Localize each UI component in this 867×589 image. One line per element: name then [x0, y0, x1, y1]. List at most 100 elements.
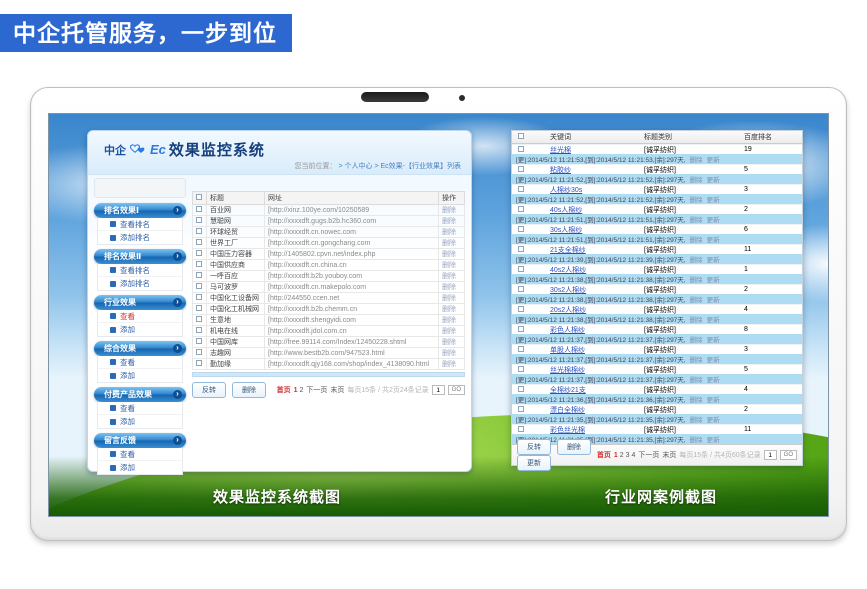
row-checkbox[interactable]: [518, 386, 524, 392]
delete-link[interactable]: 删除: [439, 304, 465, 315]
page-input[interactable]: [432, 385, 445, 395]
row-checkbox[interactable]: [196, 316, 202, 322]
sidebar-section-button[interactable]: 排名效果Ⅱ›: [94, 249, 186, 264]
row-checkbox[interactable]: [196, 228, 202, 234]
row-checkbox[interactable]: [518, 206, 524, 212]
keyword-link[interactable]: 20s2人棉纱: [550, 307, 586, 314]
delete-link[interactable]: 删除: [439, 260, 465, 271]
sidebar-item[interactable]: 添加排名: [98, 277, 182, 290]
page-number-link[interactable]: 1: [294, 387, 298, 394]
row-checkbox[interactable]: [196, 261, 202, 267]
row-checkbox[interactable]: [518, 266, 524, 272]
sidebar-section-button[interactable]: 综合效果›: [94, 341, 186, 356]
sidebar-item[interactable]: 查看排名: [98, 218, 182, 231]
row-checkbox[interactable]: [196, 217, 202, 223]
keyword-link[interactable]: 30s2人棉纱: [550, 287, 586, 294]
delete-link[interactable]: 删除: [439, 227, 465, 238]
delete-link[interactable]: 删除: [439, 282, 465, 293]
delete-link[interactable]: 删除: [690, 414, 703, 424]
update-link[interactable]: 更新: [707, 174, 720, 184]
delete-link[interactable]: 删除: [439, 315, 465, 326]
update-link[interactable]: 更新: [707, 214, 720, 224]
page-number-link[interactable]: 1: [614, 452, 618, 459]
go-button[interactable]: GO: [780, 450, 797, 460]
page-input[interactable]: [764, 450, 777, 460]
page-number-link[interactable]: 4: [631, 452, 635, 459]
keyword-link[interactable]: 40s2人棉纱: [550, 267, 586, 274]
row-checkbox[interactable]: [518, 286, 524, 292]
delete-link[interactable]: 删除: [690, 334, 703, 344]
keyword-link[interactable]: 单股人棉纱: [550, 347, 585, 354]
row-checkbox[interactable]: [196, 338, 202, 344]
delete-button[interactable]: 删除: [557, 439, 591, 455]
keyword-link[interactable]: 40s人棉纱: [550, 207, 582, 214]
go-button[interactable]: GO: [448, 385, 465, 395]
delete-link[interactable]: 删除: [439, 359, 465, 370]
update-link[interactable]: 更新: [707, 394, 720, 404]
update-link[interactable]: 更新: [707, 274, 720, 284]
delete-link[interactable]: 删除: [690, 394, 703, 404]
delete-link[interactable]: 删除: [439, 238, 465, 249]
sidebar-section-button[interactable]: 行业效果›: [94, 295, 186, 310]
invert-selection-button[interactable]: 反转: [192, 382, 226, 398]
row-checkbox[interactable]: [196, 305, 202, 311]
invert-selection-button[interactable]: 反转: [517, 439, 551, 455]
row-checkbox[interactable]: [518, 326, 524, 332]
sidebar-section-button[interactable]: 付费产品效果›: [94, 387, 186, 402]
page-number-link[interactable]: 2: [299, 387, 303, 394]
keyword-link[interactable]: 全棉纱21支: [550, 387, 586, 394]
delete-link[interactable]: 删除: [439, 205, 465, 216]
sidebar-item[interactable]: 添加排名: [98, 231, 182, 244]
sidebar-item[interactable]: 添加: [98, 461, 182, 474]
sidebar-section-button[interactable]: 留言反馈›: [94, 433, 186, 448]
update-link[interactable]: 更新: [707, 294, 720, 304]
row-checkbox[interactable]: [196, 294, 202, 300]
row-checkbox[interactable]: [196, 239, 202, 245]
delete-link[interactable]: 删除: [439, 348, 465, 359]
delete-link[interactable]: 删除: [690, 374, 703, 384]
delete-button[interactable]: 删除: [232, 382, 266, 398]
delete-link[interactable]: 删除: [690, 234, 703, 244]
row-checkbox[interactable]: [196, 360, 202, 366]
row-checkbox[interactable]: [518, 306, 524, 312]
update-link[interactable]: 更新: [707, 154, 720, 164]
delete-link[interactable]: 删除: [439, 337, 465, 348]
delete-link[interactable]: 删除: [690, 254, 703, 264]
sidebar-item[interactable]: 添加: [98, 323, 182, 336]
page-number-link[interactable]: 3: [626, 452, 630, 459]
delete-link[interactable]: 删除: [690, 434, 703, 444]
row-checkbox[interactable]: [196, 327, 202, 333]
first-page-link[interactable]: 首页: [597, 450, 611, 460]
row-checkbox[interactable]: [196, 206, 202, 212]
delete-link[interactable]: 删除: [439, 293, 465, 304]
keyword-link[interactable]: 彩色人棉纱: [550, 327, 585, 334]
page-number-link[interactable]: 2: [620, 452, 624, 459]
delete-link[interactable]: 删除: [690, 174, 703, 184]
sidebar-item[interactable]: 查看: [98, 402, 182, 415]
select-all-checkbox[interactable]: [196, 194, 202, 200]
sidebar-item[interactable]: 添加: [98, 369, 182, 382]
delete-link[interactable]: 删除: [439, 216, 465, 227]
sidebar-item[interactable]: 查看: [98, 356, 182, 369]
update-link[interactable]: 更新: [707, 374, 720, 384]
row-checkbox[interactable]: [518, 186, 524, 192]
keyword-link[interactable]: 丝光棉: [550, 147, 571, 154]
delete-link[interactable]: 删除: [690, 294, 703, 304]
update-link[interactable]: 更新: [707, 354, 720, 364]
delete-link[interactable]: 删除: [690, 214, 703, 224]
row-checkbox[interactable]: [518, 246, 524, 252]
update-button[interactable]: 更新: [517, 455, 551, 471]
delete-link[interactable]: 删除: [690, 354, 703, 364]
update-link[interactable]: 更新: [707, 234, 720, 244]
update-link[interactable]: 更新: [707, 194, 720, 204]
update-link[interactable]: 更新: [707, 434, 720, 444]
keyword-link[interactable]: 人棉纱30s: [550, 187, 582, 194]
breadcrumb-path[interactable]: > 个人中心 > Ec效果-【行业效果】列表: [338, 163, 461, 170]
keyword-link[interactable]: 21支全棉纱: [550, 247, 586, 254]
update-link[interactable]: 更新: [707, 254, 720, 264]
row-checkbox[interactable]: [518, 226, 524, 232]
row-checkbox[interactable]: [518, 346, 524, 352]
row-checkbox[interactable]: [196, 349, 202, 355]
update-link[interactable]: 更新: [707, 414, 720, 424]
row-checkbox[interactable]: [518, 426, 524, 432]
